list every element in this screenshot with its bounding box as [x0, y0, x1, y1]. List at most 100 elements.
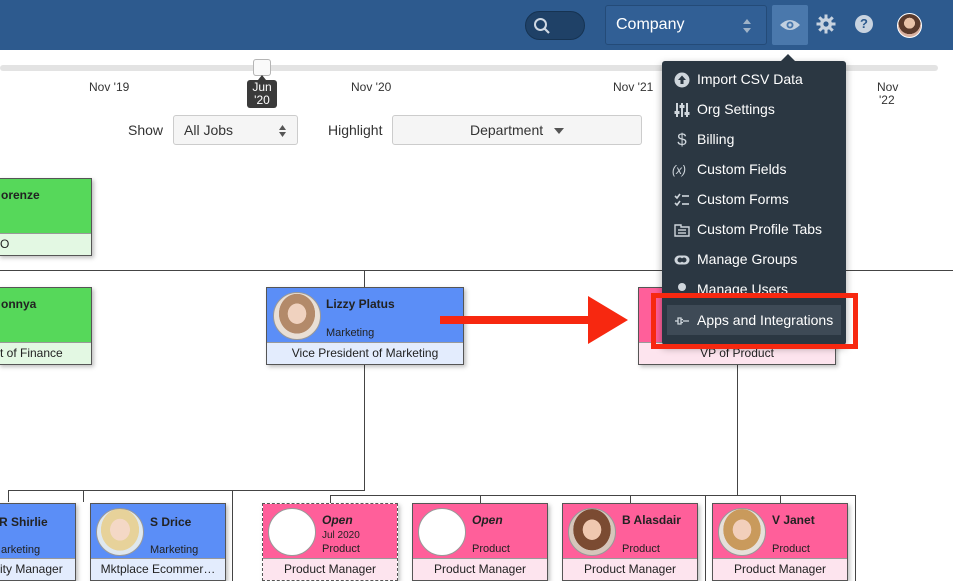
connector-line — [8, 490, 9, 502]
card-name: S Drice — [150, 515, 192, 529]
checklist-icon — [674, 193, 689, 207]
empty-photo — [418, 508, 466, 556]
menu-item-label: Import CSV Data — [697, 71, 803, 87]
timeline-tick: Nov '21 — [613, 80, 654, 94]
top-navbar: Company ? — [0, 0, 953, 50]
org-card-open-position[interactable]: Open Jul 2020 Product Product Manager — [262, 503, 398, 581]
highlight-label: Highlight — [328, 122, 383, 138]
org-card-v-janet[interactable]: V Janet Product Product Manager — [712, 503, 848, 581]
select-arrows-icon — [279, 125, 286, 137]
connector-line — [855, 495, 856, 581]
card-name: R Shirlie — [0, 515, 48, 529]
connector-line — [480, 495, 481, 503]
annotation-arrow-head — [588, 296, 628, 344]
card-department: Product — [622, 543, 660, 555]
card-name: Lizzy Platus — [326, 297, 395, 311]
help-icon[interactable]: ? — [855, 15, 873, 33]
annotation-arrow — [440, 316, 598, 324]
card-title: Mktplace Ecommer… — [91, 558, 225, 580]
card-department: arketing — [1, 544, 41, 556]
tooltip-year: '20 — [254, 93, 270, 107]
profile-photo — [96, 508, 144, 556]
menu-item-label: Custom Profile Tabs — [697, 221, 823, 237]
connector-line — [83, 490, 84, 502]
timeline-tick: '22 — [879, 93, 895, 107]
upload-icon — [674, 72, 690, 88]
menu-item-label: Org Settings — [697, 101, 775, 117]
search-button[interactable] — [525, 11, 585, 40]
timeline-date-tooltip: Jun '20 — [247, 75, 277, 108]
menu-item-label: Billing — [697, 131, 735, 147]
connector-line — [705, 495, 706, 581]
tabs-icon — [674, 224, 690, 237]
card-date: Jul 2020 — [322, 530, 360, 541]
timeline-tick: Nov '20 — [351, 80, 392, 94]
highlight-select[interactable]: Department — [392, 115, 642, 145]
card-department: Product — [772, 543, 810, 555]
card-title: Product Manager — [563, 558, 697, 580]
show-select[interactable]: All Jobs — [173, 115, 298, 145]
groups-icon — [674, 255, 690, 265]
connector-line — [330, 495, 331, 503]
profile-photo — [273, 292, 321, 340]
variable-icon: (x) — [672, 163, 686, 177]
card-name: B Alasdair — [622, 513, 681, 527]
org-card-b-alasdair[interactable]: B Alasdair Product Product Manager — [562, 503, 698, 581]
menu-list: Import CSV Data Org Settings $ Billing (… — [662, 61, 846, 301]
card-title: Product Manager — [713, 558, 847, 580]
search-icon — [534, 18, 550, 34]
timeline-tick: Nov '19 — [89, 80, 130, 94]
menu-item-label: Manage Groups — [697, 251, 798, 267]
timeline-slider-handle[interactable] — [253, 59, 271, 76]
eye-icon — [780, 20, 800, 30]
connector-line — [8, 490, 365, 491]
user-avatar[interactable] — [897, 13, 922, 38]
menu-item-manage-groups[interactable]: Manage Groups — [662, 244, 846, 274]
connector-line — [364, 364, 365, 490]
card-title: ity Manager — [0, 558, 75, 580]
org-card-lizzy-platus[interactable]: Lizzy Platus Marketing Vice President of… — [266, 287, 464, 365]
org-card-s-drice[interactable]: S Drice Marketing Mktplace Ecommer… — [90, 503, 226, 581]
card-title: Product Manager — [413, 558, 547, 580]
menu-item-label: Custom Forms — [697, 191, 789, 207]
menu-item-import-csv[interactable]: Import CSV Data — [662, 64, 846, 94]
org-card[interactable]: orenze O — [0, 178, 92, 256]
company-select[interactable]: Company — [605, 5, 767, 45]
card-title: t of Finance — [0, 342, 91, 364]
view-button[interactable] — [772, 5, 808, 45]
gear-icon[interactable] — [816, 14, 836, 34]
card-name: onnya — [1, 297, 37, 311]
card-name: orenze — [1, 188, 40, 202]
card-title: Product Manager — [263, 558, 397, 580]
menu-item-custom-profile-tabs[interactable]: Custom Profile Tabs — [662, 214, 846, 244]
dollar-icon: $ — [677, 130, 687, 149]
connector-line — [232, 490, 233, 581]
connector-line — [330, 495, 856, 496]
card-title: Vice President of Marketing — [267, 342, 463, 364]
card-name: Open — [472, 513, 503, 527]
sliders-icon — [674, 103, 690, 117]
menu-item-custom-forms[interactable]: Custom Forms — [662, 184, 846, 214]
connector-line — [780, 495, 781, 503]
menu-item-billing[interactable]: $ Billing — [662, 124, 846, 154]
empty-photo — [268, 508, 316, 556]
card-department: Product — [472, 543, 510, 555]
org-card-open-position[interactable]: Open Product Product Manager — [412, 503, 548, 581]
highlight-select-value: Department — [470, 122, 544, 138]
profile-photo — [568, 508, 616, 556]
connector-line — [737, 364, 738, 495]
show-select-value: All Jobs — [184, 122, 234, 138]
org-card[interactable]: R Shirlie arketing ity Manager — [0, 503, 76, 581]
menu-item-org-settings[interactable]: Org Settings — [662, 94, 846, 124]
org-card[interactable]: onnya t of Finance — [0, 287, 92, 365]
select-arrows-icon — [743, 19, 751, 33]
menu-item-custom-fields[interactable]: (x) Custom Fields — [662, 154, 846, 184]
profile-photo — [718, 508, 766, 556]
card-name: Open — [322, 513, 353, 527]
app-root: Company ? Jun '20 Nov '19 Nov '20 Nov '2… — [0, 0, 953, 581]
card-department: Marketing — [150, 544, 199, 556]
chevron-down-icon — [554, 128, 564, 134]
connector-line — [364, 270, 365, 287]
company-select-value: Company — [616, 16, 685, 33]
connector-line — [630, 495, 631, 503]
